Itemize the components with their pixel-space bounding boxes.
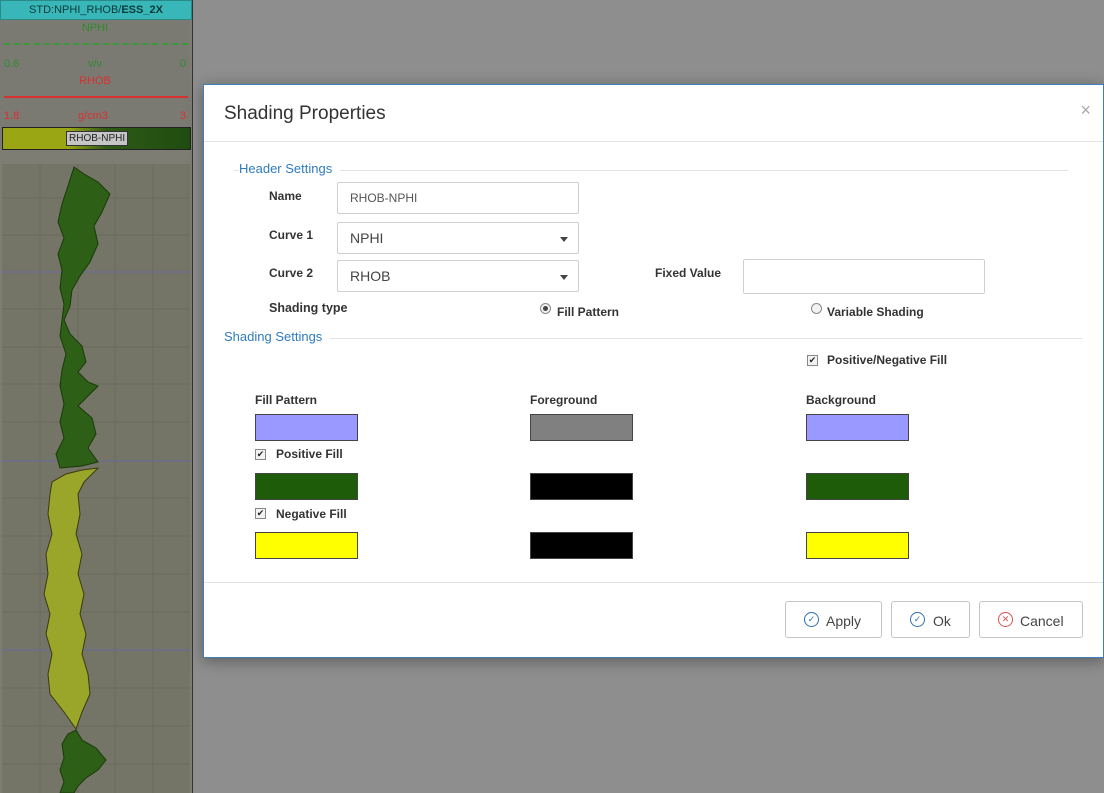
- close-icon[interactable]: ×: [1080, 101, 1091, 119]
- pos-neg-fill-label[interactable]: Positive/Negative Fill: [827, 353, 947, 367]
- log-plot: [2, 164, 190, 793]
- foreground-column-header: Foreground: [530, 393, 598, 407]
- cancel-button-label: Cancel: [1020, 613, 1064, 629]
- cancel-circle-icon: ✕: [998, 612, 1013, 627]
- nphi-curve-name[interactable]: NPHI: [0, 22, 190, 34]
- variable-shading-radio[interactable]: [811, 303, 822, 314]
- shading-properties-dialog: Shading Properties × Header Settings Nam…: [203, 84, 1104, 658]
- negative-fill-checkbox[interactable]: ✔: [255, 508, 266, 519]
- positive-background-swatch[interactable]: [806, 473, 909, 500]
- positive-fill-checkbox[interactable]: ✔: [255, 449, 266, 460]
- negative-fill-swatch[interactable]: [255, 532, 358, 559]
- footer-divider: [204, 582, 1103, 583]
- rhob-scale-left: 1.8: [4, 110, 20, 122]
- rhob-curve-name[interactable]: RHOB: [0, 75, 190, 87]
- curve1-value: NPHI: [350, 230, 384, 246]
- negative-fill-label[interactable]: Negative Fill: [276, 507, 347, 521]
- rhob-scale-right: 3: [179, 110, 186, 122]
- negative-foreground-swatch[interactable]: [530, 532, 633, 559]
- shading-preview-label: RHOB-NPHI: [66, 131, 129, 146]
- shading-type-label: Shading type: [269, 301, 348, 315]
- pos-neg-fill-checkbox[interactable]: ✔: [807, 355, 818, 366]
- curve1-select[interactable]: NPHI: [337, 222, 579, 254]
- chevron-down-icon: [560, 237, 568, 242]
- fill-pattern-foreground-swatch[interactable]: [530, 414, 633, 441]
- nphi-scale-left: 0.6: [4, 58, 20, 70]
- positive-foreground-swatch[interactable]: [530, 473, 633, 500]
- fill-pattern-column-header: Fill Pattern: [255, 393, 318, 407]
- rhob-scale: 1.8 g/cm3 3: [0, 109, 190, 123]
- nphi-scale-right: 0: [179, 58, 186, 70]
- background-column-header: Background: [806, 393, 877, 407]
- dialog-title: Shading Properties: [224, 103, 386, 124]
- positive-fill-swatch[interactable]: [255, 473, 358, 500]
- ok-button-label: Ok: [933, 613, 951, 629]
- shading-settings-rule: [224, 338, 1083, 339]
- negative-background-swatch[interactable]: [806, 532, 909, 559]
- rhob-unit: g/cm3: [78, 110, 108, 122]
- log-track: STD:NPHI_RHOB/ESS_2X NPHI 0.6 v/v 0 RHOB…: [0, 0, 193, 793]
- nphi-unit: v/v: [88, 58, 103, 70]
- positive-fill-label[interactable]: Positive Fill: [276, 447, 343, 461]
- curve2-label: Curve 2: [269, 266, 314, 280]
- title-divider: [204, 141, 1103, 142]
- fixed-value-label: Fixed Value: [655, 266, 722, 280]
- fill-pattern-radio-label[interactable]: Fill Pattern: [557, 305, 619, 319]
- track-header-well: ESS_2X: [121, 4, 163, 16]
- curve2-value: RHOB: [350, 268, 391, 284]
- check-circle-icon: ✓: [804, 612, 819, 627]
- plot-background: [2, 164, 190, 793]
- check-circle-icon: ✓: [910, 612, 925, 627]
- ok-button[interactable]: ✓ Ok: [891, 601, 970, 638]
- cancel-button[interactable]: ✕ Cancel: [979, 601, 1083, 638]
- fixed-value-input[interactable]: [743, 259, 985, 294]
- nphi-line-sample: [4, 43, 188, 45]
- fill-pattern-background-swatch[interactable]: [806, 414, 909, 441]
- header-settings-legend: Header Settings: [239, 161, 341, 176]
- name-input[interactable]: RHOB-NPHI: [337, 182, 579, 214]
- track-header-prefix: STD:NPHI_RHOB/: [29, 4, 122, 16]
- apply-button-label: Apply: [826, 613, 862, 629]
- fill-pattern-radio[interactable]: [540, 303, 551, 314]
- apply-button[interactable]: ✓ Apply: [785, 601, 882, 638]
- track-header[interactable]: STD:NPHI_RHOB/ESS_2X: [0, 0, 192, 20]
- shading-settings-legend: Shading Settings: [224, 329, 331, 344]
- rhob-line-sample: [4, 96, 188, 98]
- variable-shading-radio-label[interactable]: Variable Shading: [827, 305, 924, 319]
- fill-pattern-swatch[interactable]: [255, 414, 358, 441]
- name-label: Name: [269, 189, 302, 203]
- header-settings-rule: [234, 170, 1068, 171]
- chevron-down-icon: [560, 275, 568, 280]
- curve1-label: Curve 1: [269, 228, 314, 242]
- nphi-scale: 0.6 v/v 0: [0, 57, 190, 71]
- curve2-select[interactable]: RHOB: [337, 260, 579, 292]
